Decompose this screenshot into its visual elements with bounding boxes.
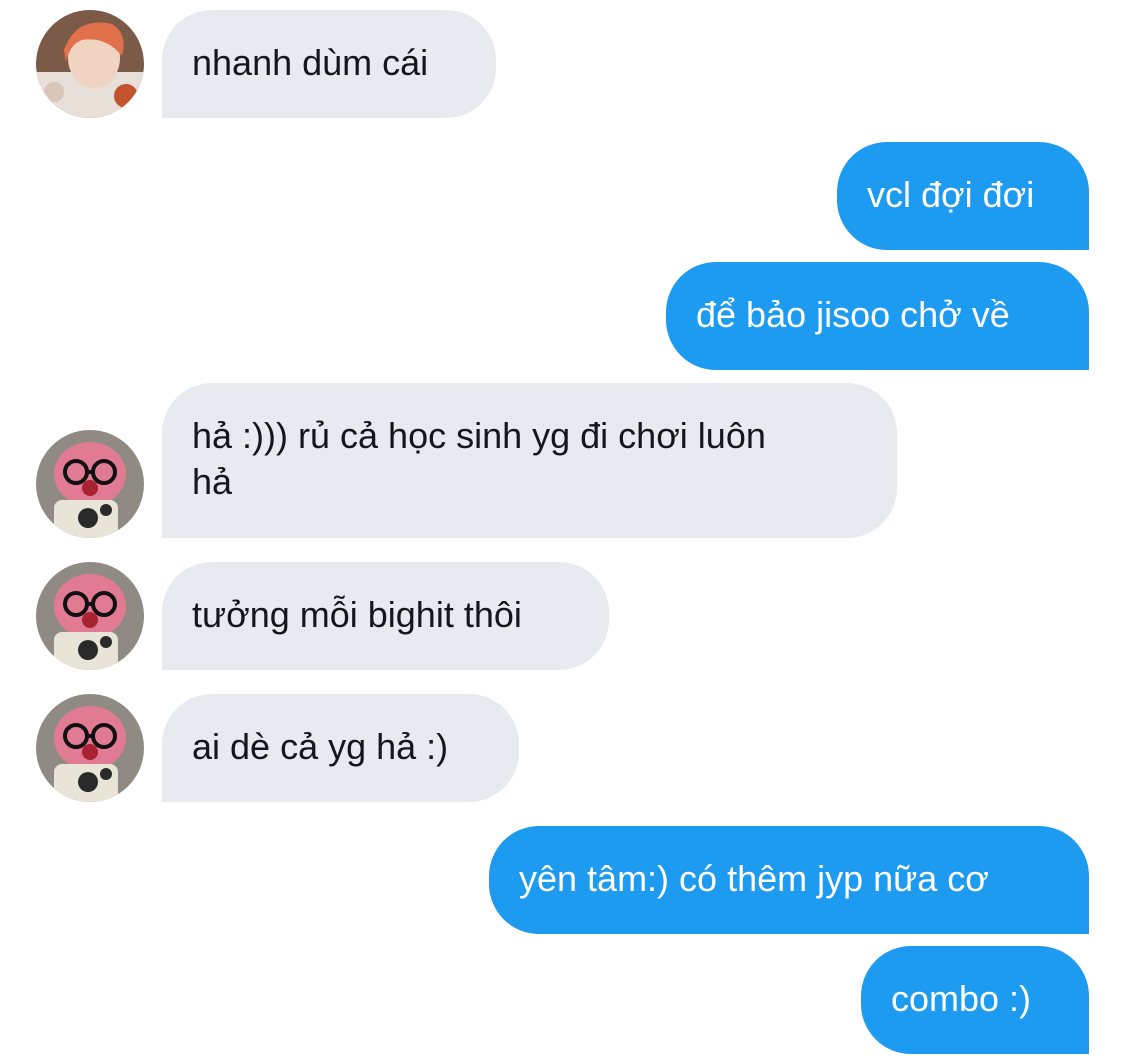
message-text: yên tâm:) có thêm jyp nữa cơ <box>519 858 989 899</box>
orange-hair-person-avatar[interactable] <box>36 10 144 118</box>
message-bubble[interactable]: ai dè cả yg hả :) <box>162 694 519 802</box>
message-bubble[interactable]: nhanh dùm cái <box>162 10 496 118</box>
message-bubble[interactable]: để bảo jisoo chở về <box>666 262 1089 370</box>
message-bubble[interactable]: tưởng mỗi bighit thôi <box>162 562 609 670</box>
pink-plush-glasses-avatar[interactable] <box>36 562 144 670</box>
message-text: nhanh dùm cái <box>192 42 429 83</box>
message-bubble[interactable]: yên tâm:) có thêm jyp nữa cơ <box>489 826 1089 934</box>
message-text: vcl đợi đơi <box>867 174 1035 215</box>
message-text: để bảo jisoo chở về <box>696 294 1010 335</box>
message-text: combo :) <box>891 978 1032 1019</box>
pink-plush-glasses-avatar[interactable] <box>36 430 144 538</box>
message-bubble[interactable]: combo :) <box>861 946 1089 1054</box>
message-bubble[interactable]: vcl đợi đơi <box>837 142 1089 250</box>
message-text: tưởng mỗi bighit thôi <box>192 594 522 635</box>
message-text: hả <box>192 461 233 502</box>
message-bubble[interactable]: hả :))) rủ cả học sinh yg đi chơi luôn h… <box>162 383 897 538</box>
message-text: ai dè cả yg hả :) <box>192 726 449 767</box>
pink-plush-glasses-avatar[interactable] <box>36 694 144 802</box>
message-text: hả :))) rủ cả học sinh yg đi chơi luôn <box>192 415 766 456</box>
